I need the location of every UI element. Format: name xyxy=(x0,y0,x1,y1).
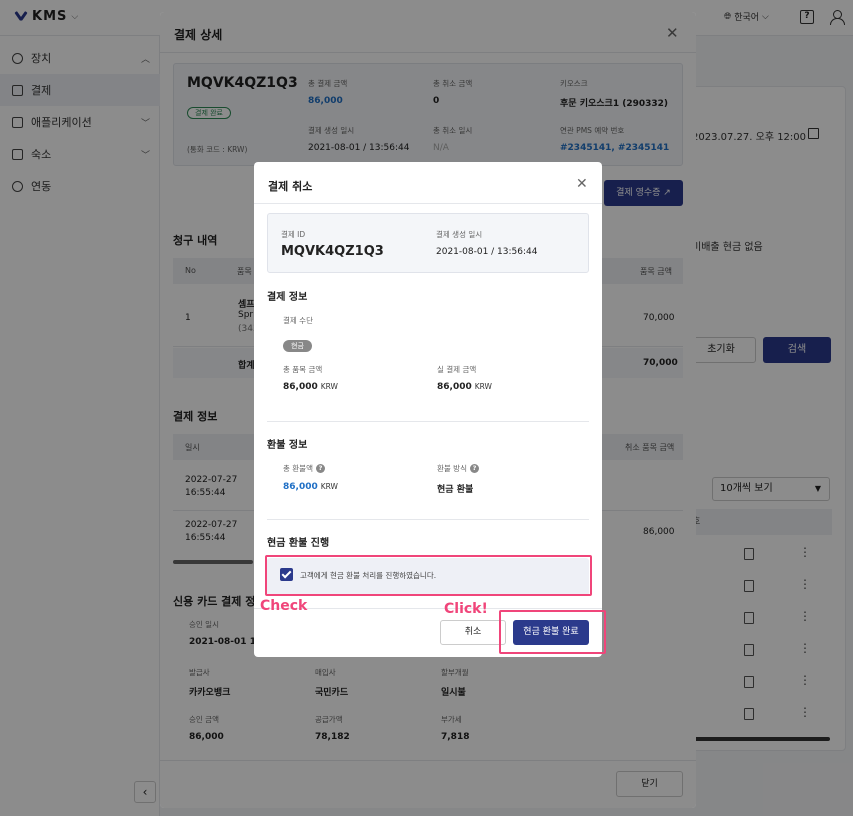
created-label: 결제 생성 일시 xyxy=(436,230,483,239)
divider xyxy=(267,519,589,520)
actual-amount-value: 86,000 xyxy=(437,382,472,392)
payment-id: MQVK4QZ1Q3 xyxy=(281,244,384,259)
currency-label: KRW xyxy=(320,382,338,391)
help-icon[interactable]: ? xyxy=(315,464,325,473)
created-value: 2021-08-01 / 13:56:44 xyxy=(436,247,538,257)
annotation-check: Check xyxy=(260,598,308,614)
highlight-checkbox-box xyxy=(265,555,592,596)
help-icon[interactable]: ? xyxy=(469,464,479,473)
divider xyxy=(267,421,589,422)
total-item-label: 총 품목 금액 xyxy=(283,365,323,374)
divider xyxy=(254,203,602,204)
refund-title: 환불 정보 xyxy=(267,440,308,451)
refund-method-label: 환불 방식 xyxy=(437,464,467,473)
currency-label: KRW xyxy=(320,482,338,491)
actual-amount-label: 실 결제 금액 xyxy=(437,365,477,374)
method-chip: 현금 xyxy=(283,340,312,352)
close-icon[interactable]: ✕ xyxy=(576,176,588,192)
refund-total-label: 총 환불액 xyxy=(283,464,313,473)
payment-id-label: 결제 ID xyxy=(281,230,306,239)
highlight-complete-box xyxy=(499,610,606,654)
cash-refund-title: 현금 환불 진행 xyxy=(267,538,330,549)
cancel-button[interactable]: 취소 xyxy=(440,620,506,645)
total-item-value: 86,000 xyxy=(283,382,318,392)
payment-id-box: 결제 ID MQVK4QZ1Q3 결제 생성 일시 2021-08-01 / 1… xyxy=(267,213,589,273)
currency-label: KRW xyxy=(474,382,492,391)
refund-method-value: 현금 환불 xyxy=(437,485,474,495)
annotation-click: Click! xyxy=(444,601,488,617)
method-label: 결제 수단 xyxy=(283,316,313,325)
modal-title: 결제 취소 xyxy=(268,180,313,193)
payinfo-title: 결제 정보 xyxy=(267,292,308,303)
refund-total-value: 86,000 xyxy=(283,482,318,492)
